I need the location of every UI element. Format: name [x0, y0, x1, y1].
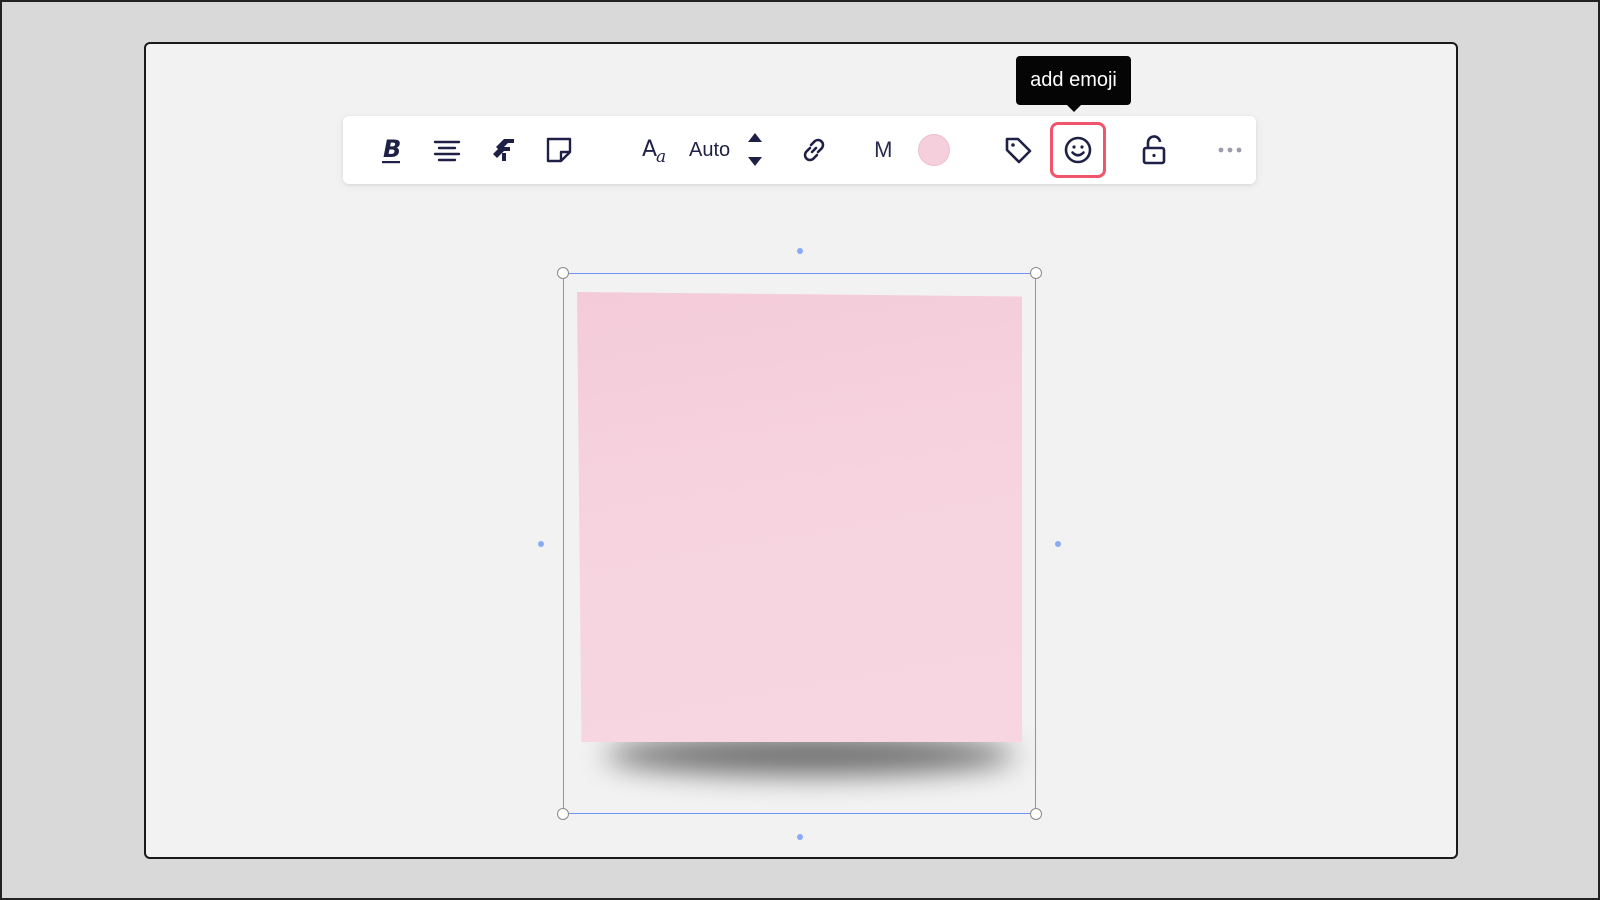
align-button[interactable]	[423, 126, 471, 174]
selection-frame	[563, 273, 1036, 814]
layers-button[interactable]	[479, 126, 527, 174]
layers-icon	[490, 137, 516, 163]
resize-handle-top-left[interactable]	[557, 267, 569, 279]
connector-dot-bottom[interactable]	[797, 834, 803, 840]
font-size-stepper[interactable]	[748, 129, 763, 171]
stepper-down-icon[interactable]	[748, 153, 763, 171]
format-group: B	[343, 116, 605, 184]
color-swatch[interactable]	[918, 134, 951, 166]
svg-text:B: B	[383, 136, 401, 163]
more-group	[1192, 116, 1268, 184]
more-icon	[1218, 147, 1242, 153]
font-button[interactable]: A a	[633, 126, 681, 174]
svg-text:A: A	[642, 137, 657, 162]
lock-icon	[1141, 134, 1167, 166]
lock-button[interactable]	[1130, 126, 1178, 174]
sticky-note-icon	[545, 136, 573, 164]
link-group	[776, 116, 852, 184]
font-icon: A a	[642, 136, 672, 164]
tag-icon	[1003, 135, 1033, 165]
lock-group	[1116, 116, 1192, 184]
context-toolbar: B A a Auto M	[343, 116, 1256, 184]
align-center-icon	[433, 138, 461, 162]
resize-handle-bottom-left[interactable]	[557, 808, 569, 820]
link-icon	[799, 135, 829, 165]
font-group: A a Auto	[605, 116, 776, 184]
tag-emoji-group	[974, 116, 1116, 184]
emoji-icon	[1063, 135, 1093, 165]
connector-dot-right[interactable]	[1055, 541, 1061, 547]
sticky-note-shape-button[interactable]	[535, 126, 583, 174]
link-button[interactable]	[790, 126, 838, 174]
bold-icon: B	[380, 136, 402, 164]
add-emoji-button[interactable]	[1050, 122, 1107, 178]
resize-handle-bottom-right[interactable]	[1030, 808, 1042, 820]
shape-color-group: M	[852, 116, 974, 184]
bold-button[interactable]: B	[367, 126, 415, 174]
more-button[interactable]	[1206, 126, 1254, 174]
stepper-up-icon[interactable]	[748, 129, 763, 147]
font-size-value[interactable]: Auto	[689, 139, 730, 162]
resize-handle-top-right[interactable]	[1030, 267, 1042, 279]
add-emoji-tooltip: add emoji	[1016, 56, 1131, 112]
tag-button[interactable]	[994, 126, 1042, 174]
connector-dot-top[interactable]	[797, 248, 803, 254]
shape-letter[interactable]: M	[874, 137, 892, 163]
connector-dot-left[interactable]	[538, 541, 544, 547]
svg-text:a: a	[656, 147, 666, 164]
